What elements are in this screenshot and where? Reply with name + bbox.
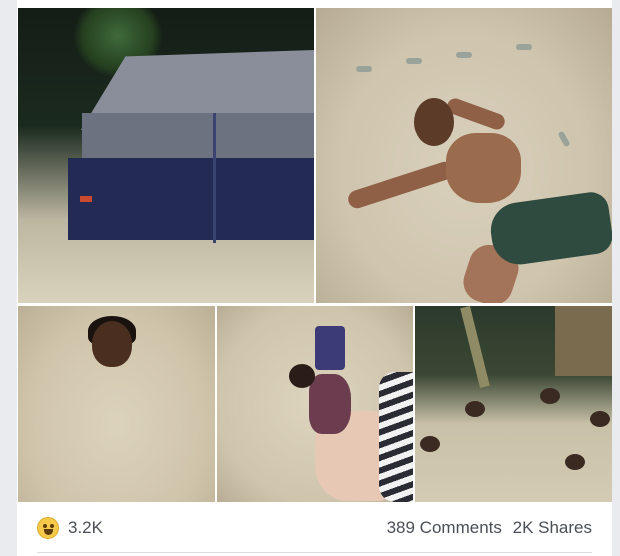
photo-woman-sleeping[interactable] <box>217 306 413 502</box>
divider <box>37 552 592 553</box>
person-torso <box>446 133 521 203</box>
reactions-bar: 3.2K 389 Comments 2K Shares <box>17 502 612 556</box>
photo-man-buried[interactable] <box>18 306 215 502</box>
person-arm <box>345 159 457 211</box>
engagement-summary: 389 Comments 2K Shares <box>381 518 592 538</box>
buried-head <box>540 388 560 404</box>
comments-count[interactable]: 389 Comments <box>387 518 502 537</box>
haha-emoji-icon[interactable] <box>37 517 59 539</box>
bottle <box>406 58 422 64</box>
post-card: 3.2K 389 Comments 2K Shares <box>17 0 612 556</box>
person-head <box>289 364 315 388</box>
person-arm <box>445 96 507 132</box>
reaction-count[interactable]: 3.2K <box>68 518 103 538</box>
photo-people-buried-night[interactable] <box>415 306 612 502</box>
person-head <box>92 321 132 367</box>
person-striped-shirt <box>379 372 413 502</box>
bottle <box>356 66 372 72</box>
tent-logo <box>80 196 92 202</box>
snack-bag <box>315 326 345 370</box>
tent-body <box>68 158 314 240</box>
bottle <box>516 44 532 50</box>
buried-head <box>465 401 485 417</box>
buried-head <box>420 436 440 452</box>
bottle <box>456 52 472 58</box>
hut <box>555 306 612 376</box>
photo-tent[interactable] <box>18 8 314 303</box>
photo-man-on-sand[interactable] <box>316 8 612 303</box>
person-scarf <box>309 374 351 434</box>
buried-head <box>590 411 610 427</box>
person-shorts <box>487 189 612 269</box>
person-head <box>414 98 454 146</box>
shares-count[interactable]: 2K Shares <box>513 518 592 537</box>
buried-head <box>565 454 585 470</box>
palm-trunk <box>460 306 490 388</box>
tent-pole <box>213 113 216 243</box>
bottle <box>557 130 571 148</box>
